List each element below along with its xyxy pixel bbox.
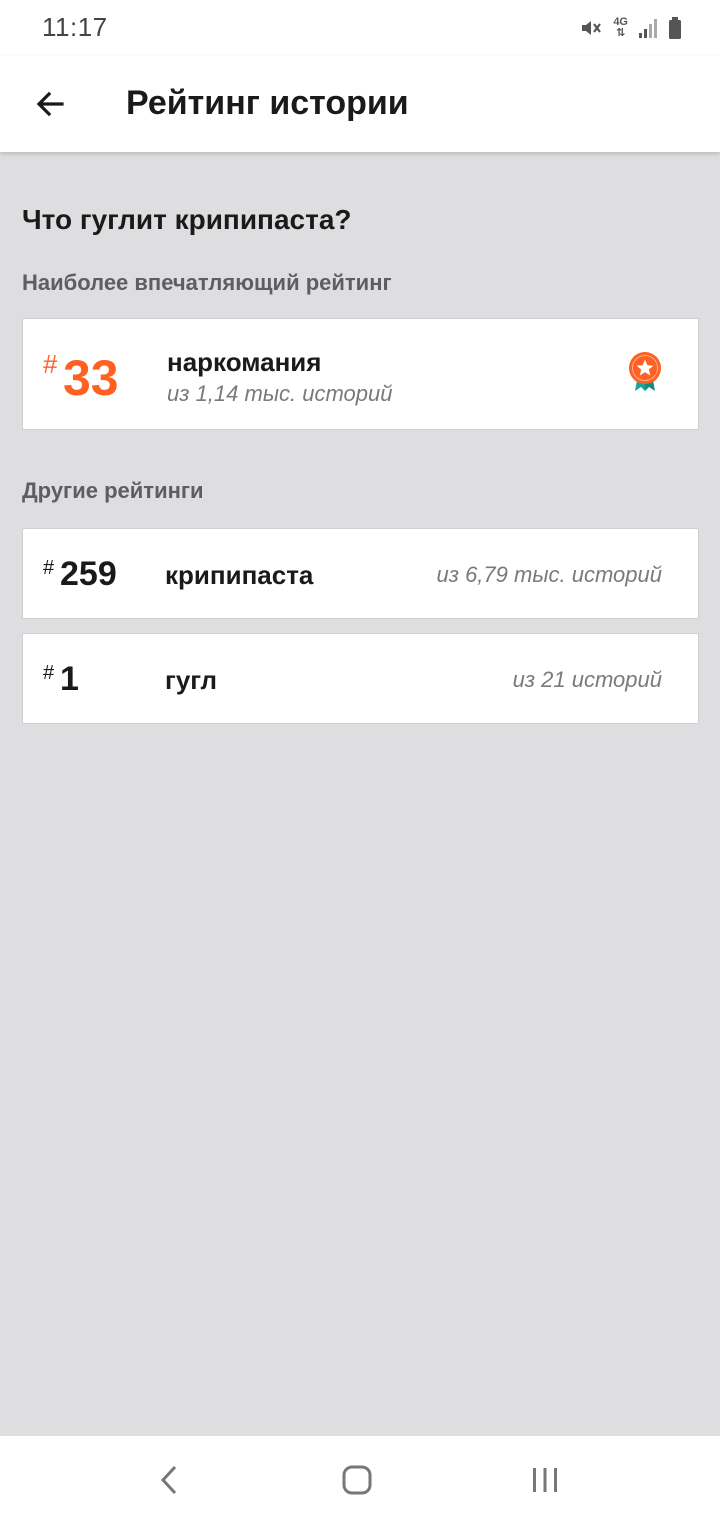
battery-icon	[669, 17, 681, 39]
nav-back-icon	[160, 1465, 177, 1495]
signal-icon	[639, 19, 657, 38]
mute-icon	[582, 21, 602, 35]
arrow-left-icon	[36, 91, 64, 117]
rank-number: 259	[60, 555, 117, 593]
network-4g-icon: 4G ⇅	[613, 17, 628, 39]
status-bar: 11:17 4G ⇅	[0, 0, 720, 56]
stories-count: из 6,79 тыс. историй	[436, 562, 663, 587]
tag-name: крипипаста	[165, 560, 314, 590]
rank-hash: #	[43, 349, 58, 379]
rank-number: 33	[63, 350, 119, 406]
other-ratings-section-label: Другие рейтинги	[22, 478, 204, 503]
status-time: 11:17	[42, 12, 108, 42]
nav-recent-apps-icon	[533, 1468, 557, 1492]
story-title: Что гуглит крипипаста?	[22, 204, 352, 235]
rank-number: 1	[60, 660, 79, 698]
rank-hash: #	[43, 662, 55, 684]
system-nav-bar	[0, 1436, 720, 1520]
award-medal-icon	[629, 352, 661, 391]
top-rating-card[interactable]: # 33 наркомания из 1,14 тыс. историй	[22, 318, 699, 430]
nav-recent-apps-button[interactable]	[523, 1458, 567, 1502]
top-rating-section-label: Наиболее впечатляющий рейтинг	[22, 270, 392, 295]
tag-name: гугл	[165, 665, 217, 695]
nav-home-icon	[342, 1465, 372, 1495]
page-title: Рейтинг истории	[126, 84, 409, 122]
nav-home-button[interactable]	[335, 1458, 379, 1502]
rating-row[interactable]: # 1 гугл из 21 историй	[22, 633, 699, 724]
status-icons: 4G ⇅	[579, 14, 682, 42]
stories-count: из 21 историй	[512, 667, 662, 692]
nav-back-button[interactable]	[148, 1458, 192, 1502]
stories-count: из 1,14 тыс. историй	[167, 381, 393, 406]
app-bar: Рейтинг истории	[0, 56, 720, 152]
rank-hash: #	[43, 557, 55, 579]
data-arrows-icon: ⇅	[616, 27, 626, 39]
tag-name: наркомания	[167, 347, 322, 377]
back-button[interactable]	[22, 76, 78, 132]
rating-row[interactable]: # 259 крипипаста из 6,79 тыс. историй	[22, 528, 699, 619]
main-content: Что гуглит крипипаста? Наиболее впечатля…	[22, 152, 699, 724]
